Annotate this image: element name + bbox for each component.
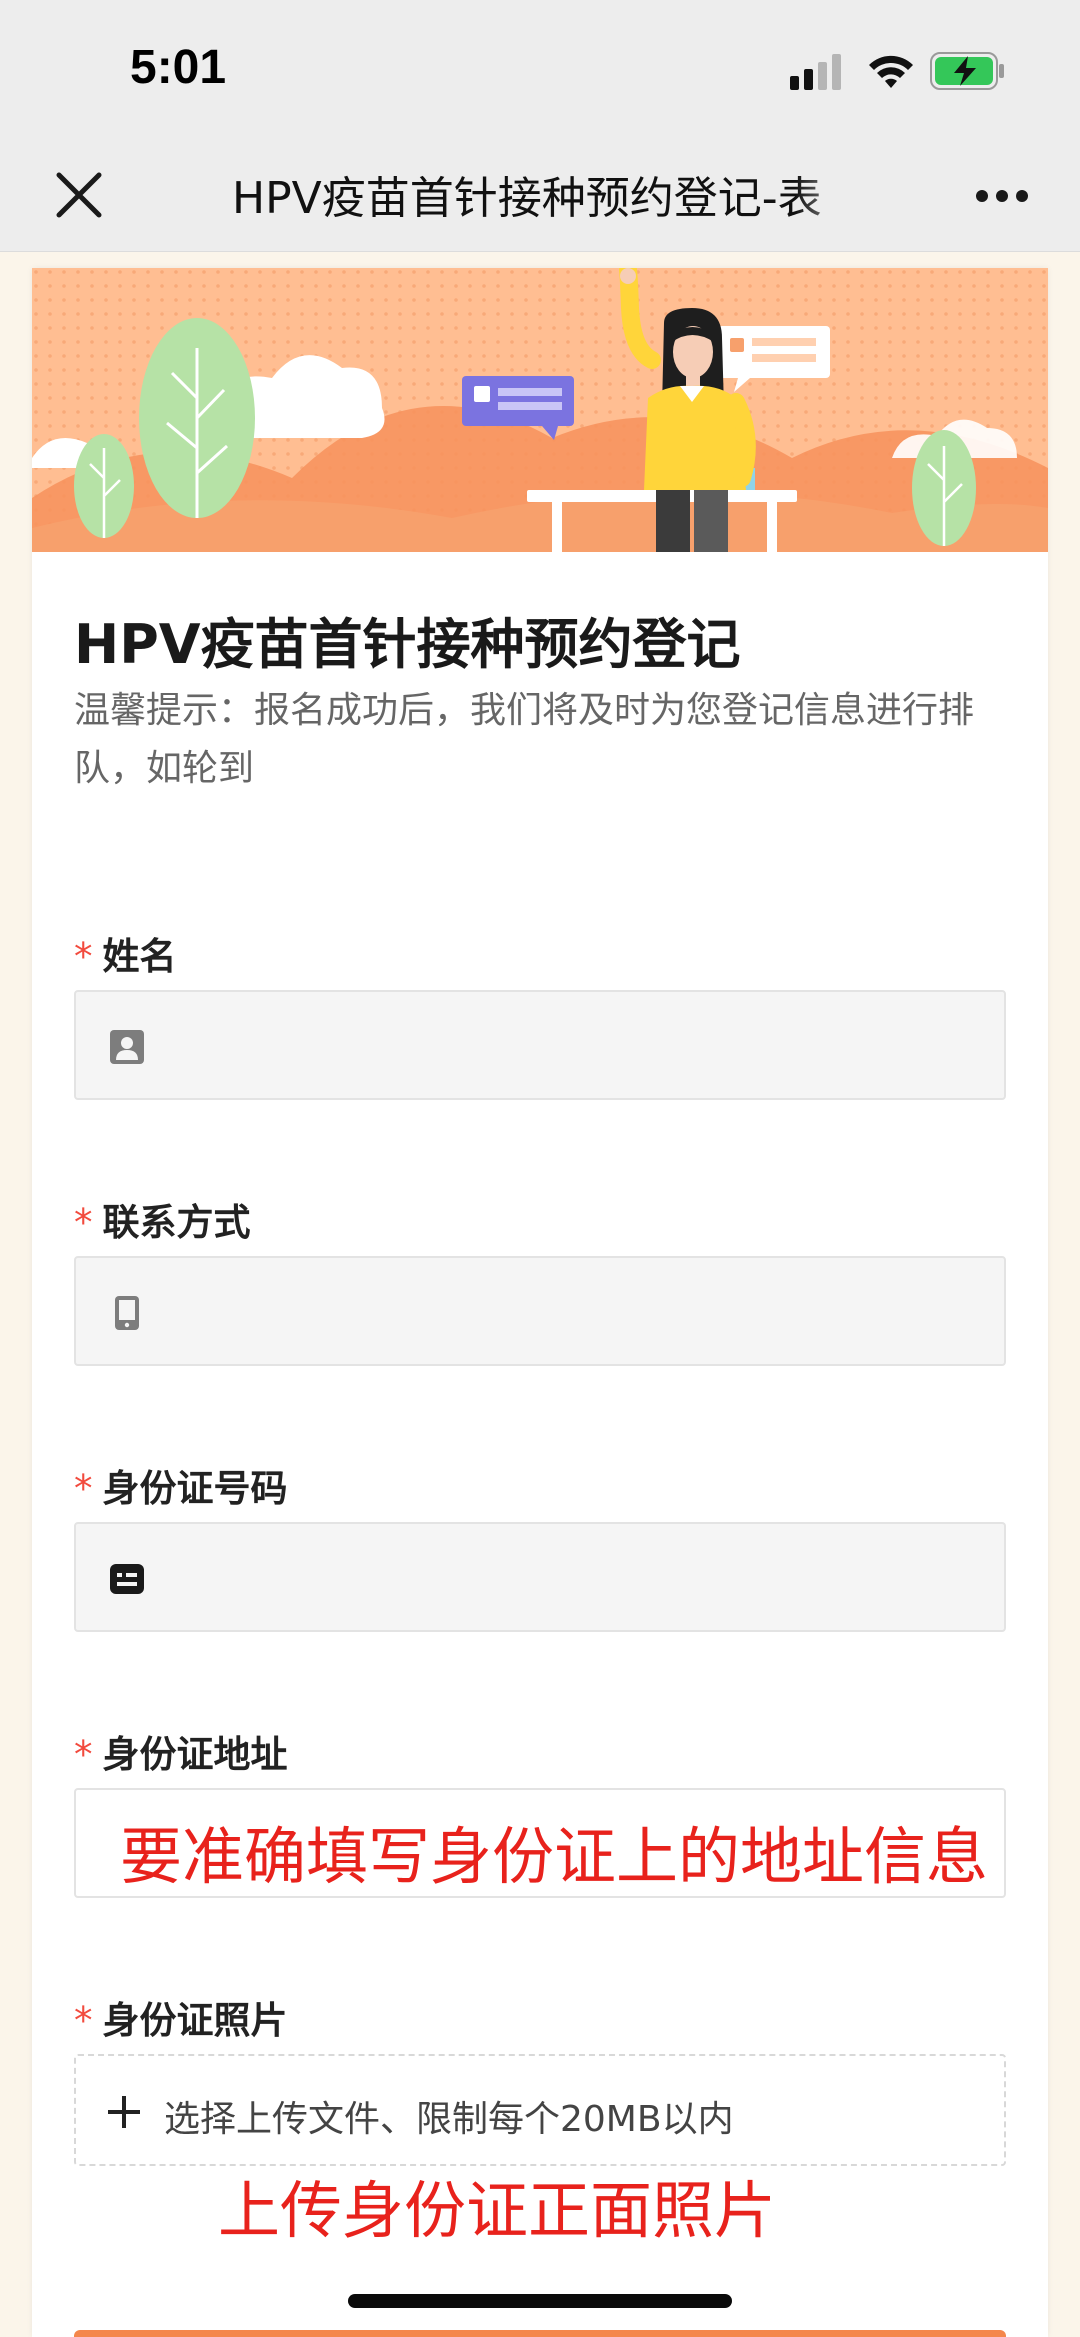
upload-instruction-text: 选择上传文件、限制每个20MB以内 bbox=[164, 2099, 734, 2140]
required-mark: * bbox=[74, 1201, 93, 1244]
id-address-annotation: 要准确填写身份证上的地址信息 bbox=[120, 1820, 989, 1893]
form-card: HPV疫苗首针接种预约登记 温馨提示：报名成功后，我们将及时为您登记信息进行排队… bbox=[32, 268, 1048, 2337]
id-address-field-label: * 身份证地址 bbox=[74, 1724, 288, 1778]
id-photo-field-label: * 身份证照片 bbox=[74, 1990, 288, 2044]
id-number-field-label: * 身份证号码 bbox=[74, 1458, 288, 1512]
id-address-label-text: 身份证地址 bbox=[102, 1733, 288, 1776]
close-icon[interactable] bbox=[50, 166, 108, 224]
id-photo-label-text: 身份证照片 bbox=[102, 1999, 288, 2042]
required-mark: * bbox=[74, 1733, 93, 1776]
submit-button[interactable] bbox=[74, 2330, 1006, 2337]
wifi-icon bbox=[869, 55, 913, 88]
plus-icon bbox=[108, 2096, 140, 2128]
phone-icon bbox=[115, 1296, 139, 1330]
id-number-label-text: 身份证号码 bbox=[102, 1467, 288, 1510]
status-time: 5:01 bbox=[130, 41, 227, 94]
home-indicator[interactable] bbox=[348, 2294, 732, 2308]
required-mark: * bbox=[74, 1467, 93, 1510]
contact-input[interactable] bbox=[74, 1256, 1006, 1366]
name-input[interactable] bbox=[74, 990, 1006, 1100]
id-photo-upload-button[interactable]: 选择上传文件、限制每个20MB以内 bbox=[74, 2054, 1006, 2166]
id-address-input[interactable]: 要准确填写身份证上的地址信息 bbox=[74, 1788, 1006, 1898]
contact-field-label: * 联系方式 bbox=[74, 1192, 251, 1246]
id-number-input[interactable] bbox=[74, 1522, 1006, 1632]
status-bar: 5:01 bbox=[0, 0, 1080, 140]
name-label-text: 姓名 bbox=[102, 935, 177, 978]
nav-bar: HPV疫苗首针接种预约登记-表 bbox=[0, 140, 1080, 252]
id-card-icon bbox=[110, 1564, 144, 1594]
required-mark: * bbox=[74, 935, 93, 978]
form-tip-text: 温馨提示：报名成功后，我们将及时为您登记信息进行排队，如轮到 bbox=[74, 690, 975, 789]
person-icon bbox=[110, 1030, 144, 1064]
more-options-icon[interactable] bbox=[974, 188, 1030, 204]
required-mark: * bbox=[74, 1999, 93, 2042]
form-title: HPV疫苗首针接种预约登记 bbox=[74, 613, 741, 676]
name-field-label: * 姓名 bbox=[74, 926, 177, 980]
header-banner-illustration bbox=[32, 268, 1048, 552]
nav-title: HPV疫苗首针接种预约登记-表 bbox=[232, 173, 822, 224]
contact-label-text: 联系方式 bbox=[102, 1201, 251, 1244]
id-photo-annotation: 上传身份证正面照片 bbox=[218, 2174, 777, 2247]
battery-charging-icon bbox=[930, 52, 1004, 90]
signal-icon bbox=[790, 54, 841, 90]
